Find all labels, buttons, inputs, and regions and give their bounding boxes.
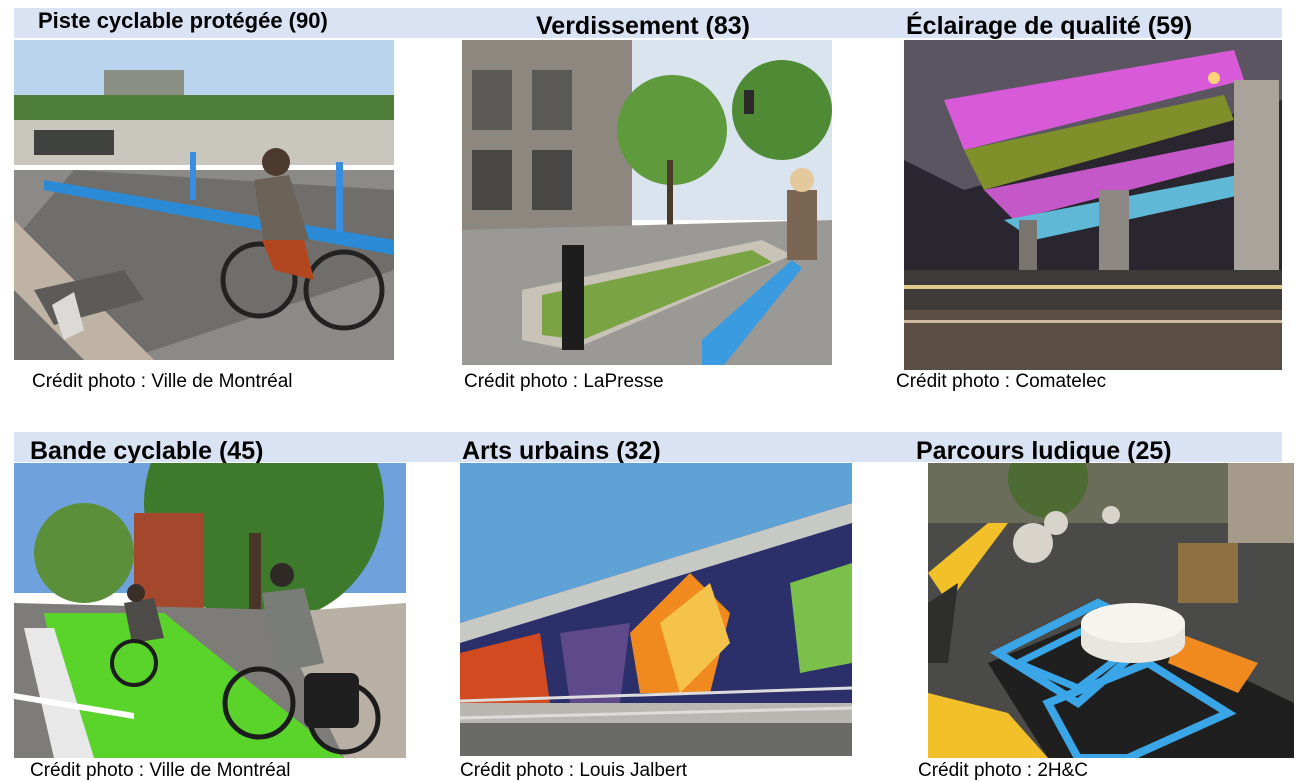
urban-art-photo — [460, 463, 852, 756]
bike-lane-photo — [14, 463, 406, 758]
title-protected-bike-lane: Piste cyclable protégée (90) — [38, 8, 328, 33]
credit-greening: Crédit photo : LaPresse — [464, 371, 664, 392]
title-urban-art: Arts urbains (32) — [462, 437, 661, 465]
credit-quality-lighting: Crédit photo : Comatelec — [896, 371, 1107, 392]
title-playful-path: Parcours ludique (25) — [916, 437, 1172, 465]
playful-path-photo — [928, 463, 1294, 758]
title-bike-lane: Bande cyclable (45) — [30, 437, 264, 465]
credit-bike-lane: Crédit photo : Ville de Montréal — [30, 760, 291, 781]
protected-bike-lane-photo — [14, 40, 394, 360]
title-quality-lighting: Éclairage de qualité (59) — [906, 12, 1193, 40]
quality-lighting-photo — [904, 40, 1282, 370]
credit-urban-art: Crédit photo : Louis Jalbert — [460, 760, 688, 781]
credit-playful-path: Crédit photo : 2H&C — [918, 760, 1089, 781]
greening-photo — [462, 40, 832, 365]
title-greening: Verdissement (83) — [536, 12, 750, 40]
credit-protected-bike-lane: Crédit photo : Ville de Montréal — [32, 371, 293, 392]
